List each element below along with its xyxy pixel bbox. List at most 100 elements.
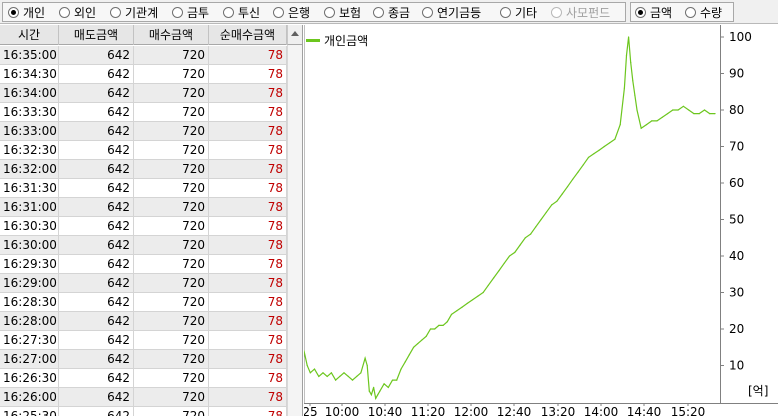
data-point: [404, 361, 406, 363]
cell-time: 16:31:30: [0, 179, 59, 197]
data-point: [508, 255, 511, 257]
data-point: [661, 116, 663, 118]
data-point: [667, 113, 669, 115]
table-row[interactable]: 16:26:30 642 720 78: [0, 369, 287, 388]
header-buy-amount[interactable]: 매수금액: [134, 25, 209, 45]
table-row[interactable]: 16:28:30 642 720 78: [0, 293, 287, 312]
radio-label: 사모펀드: [566, 6, 611, 20]
x-tick-label: 14:40: [627, 405, 662, 416]
data-point: [577, 171, 579, 173]
table-row[interactable]: 16:32:00 642 720 78: [0, 160, 287, 179]
scroll-up-button[interactable]: [287, 25, 302, 45]
vertical-scrollbar[interactable]: [287, 45, 302, 416]
cell-buy-amount: 720: [134, 312, 209, 330]
table-row[interactable]: 16:34:00 642 720 78: [0, 84, 287, 103]
cell-net-buy-amount: 78: [209, 350, 287, 368]
table-row[interactable]: 16:30:30 642 720 78: [0, 217, 287, 236]
data-point: [396, 379, 398, 381]
legend-swatch: [306, 39, 320, 42]
radio-label: 보험: [339, 6, 362, 20]
data-point: [391, 379, 394, 381]
data-point: [587, 156, 590, 158]
table-row[interactable]: 16:33:00 642 720 78: [0, 122, 287, 141]
cell-sell-amount: 642: [59, 331, 134, 349]
data-point: [339, 375, 341, 377]
investor-radio-1[interactable]: 외인: [59, 5, 96, 20]
table-row[interactable]: 16:35:00 642 720 78: [0, 46, 287, 65]
cell-sell-amount: 642: [59, 84, 134, 102]
cell-buy-amount: 720: [134, 407, 209, 416]
cell-sell-amount: 642: [59, 255, 134, 273]
unit-radio-0[interactable]: 금액: [635, 5, 672, 20]
header-net-buy-amount[interactable]: 순매수금액: [209, 25, 287, 45]
cell-buy-amount: 720: [134, 255, 209, 273]
data-point: [477, 295, 479, 297]
cell-time: 16:34:30: [0, 65, 59, 83]
radio-label: 금액: [650, 6, 673, 20]
table-row[interactable]: 16:27:30 642 720 78: [0, 331, 287, 350]
data-point: [572, 178, 574, 180]
series-line-0: [304, 36, 715, 401]
data-point: [530, 233, 532, 235]
data-point: [377, 394, 379, 396]
investor-radio-4[interactable]: 투신: [223, 5, 260, 20]
table-row[interactable]: 16:26:00 642 720 78: [0, 388, 287, 407]
header-time[interactable]: 시간: [0, 25, 59, 45]
unit-radio-1[interactable]: 수량: [685, 5, 722, 20]
investor-radio-3[interactable]: 금투: [172, 5, 209, 20]
cell-net-buy-amount: 78: [209, 217, 287, 235]
x-tick-label: 14:00: [584, 405, 619, 416]
table-row[interactable]: 16:27:00 642 720 78: [0, 350, 287, 369]
table-row[interactable]: 16:29:00 642 720 78: [0, 274, 287, 293]
data-point: [593, 153, 595, 155]
cell-net-buy-amount: 78: [209, 84, 287, 102]
cell-time: 16:32:00: [0, 160, 59, 178]
table-row[interactable]: 16:30:00 642 720 78: [0, 236, 287, 255]
cell-buy-amount: 720: [134, 179, 209, 197]
table-row[interactable]: 16:25:30 642 720 78: [0, 407, 287, 416]
investor-radio-6[interactable]: 보험: [324, 5, 361, 20]
table-row[interactable]: 16:28:00 642 720 78: [0, 312, 287, 331]
data-point: [379, 390, 381, 392]
data-point: [360, 372, 362, 374]
table-row[interactable]: 16:31:00 642 720 78: [0, 198, 287, 217]
table-row[interactable]: 16:32:30 642 720 78: [0, 141, 287, 160]
chevron-up-icon: [291, 31, 299, 36]
cell-net-buy-amount: 78: [209, 255, 287, 273]
data-point: [368, 390, 370, 392]
investor-radio-7[interactable]: 종금: [373, 5, 410, 20]
radio-label: 은행: [288, 6, 311, 20]
y-unit-label: [억]: [748, 384, 768, 398]
table-row[interactable]: 16:34:30 642 720 78: [0, 65, 287, 84]
y-tick-label: 10: [729, 359, 744, 373]
table-row[interactable]: 16:31:30 642 720 78: [0, 179, 287, 198]
investor-radio-9[interactable]: 기타: [500, 5, 537, 20]
radio-unchecked-icon: [685, 7, 696, 18]
header-sell-amount[interactable]: 매도금액: [59, 25, 134, 45]
table-row[interactable]: 16:33:30 642 720 78: [0, 103, 287, 122]
y-tick-label: 30: [729, 286, 744, 300]
cell-time: 16:26:00: [0, 388, 59, 406]
unit-radio-group: 금액 수량: [630, 2, 734, 22]
data-point: [688, 109, 690, 111]
data-point: [413, 346, 415, 348]
investor-radio-5[interactable]: 은행: [273, 5, 310, 20]
cell-sell-amount: 642: [59, 407, 134, 416]
investor-radio-0[interactable]: 개인: [8, 5, 45, 20]
data-point: [343, 372, 345, 374]
investor-radio-2[interactable]: 기관계: [110, 5, 158, 20]
cell-net-buy-amount: 78: [209, 407, 287, 416]
data-point: [466, 302, 468, 304]
data-point: [326, 375, 328, 377]
data-point: [482, 291, 484, 294]
data-point: [356, 375, 358, 377]
cell-buy-amount: 720: [134, 217, 209, 235]
data-point: [400, 368, 402, 370]
investor-radio-8[interactable]: 연기금등: [422, 5, 481, 20]
table-row[interactable]: 16:29:30 642 720 78: [0, 255, 287, 274]
radio-unchecked-icon: [373, 7, 384, 18]
cell-net-buy-amount: 78: [209, 122, 287, 140]
data-point: [709, 113, 711, 115]
cell-sell-amount: 642: [59, 388, 134, 406]
x-tick-label: 25: [304, 405, 318, 416]
